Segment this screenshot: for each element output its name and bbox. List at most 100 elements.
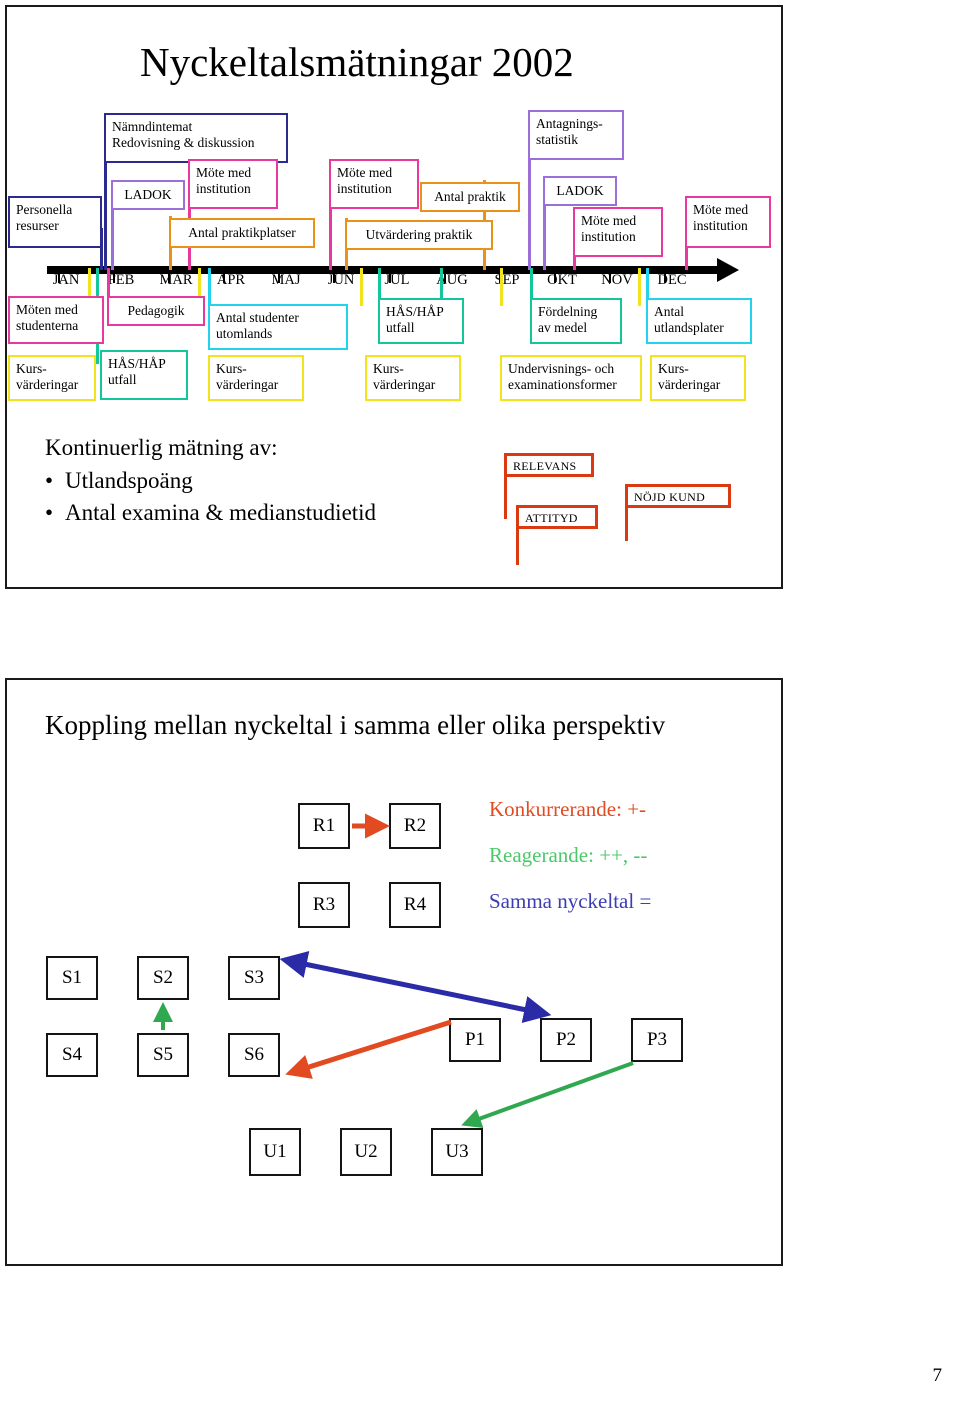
event-label-line2: statistik [536, 131, 579, 147]
event-box-kursvarderingar-jul[interactable]: Kurs- värderingar [365, 355, 461, 401]
event-box-moten-med-studenterna[interactable]: Möten med studenterna [8, 296, 104, 344]
node-s4[interactable]: S4 [46, 1033, 98, 1077]
event-box-antal-studenter-utomlands[interactable]: Antal studenter utomlands [208, 304, 348, 350]
event-label-line2: värderingar [16, 376, 79, 392]
event-box-utvardering-praktik[interactable]: Utvärdering praktik [345, 220, 493, 250]
timeline-month-dec: DEC [657, 272, 687, 288]
event-label-line2: institution [693, 217, 748, 233]
slide-koppling [5, 678, 783, 1266]
node-r2[interactable]: R2 [389, 803, 441, 849]
event-label-line2: institution [581, 228, 636, 244]
event-label-line1: Antagnings- [536, 116, 603, 131]
event-box-has-hap-utfall-feb[interactable]: HÅS/HÅP utfall [100, 350, 188, 400]
continuous-item-0: Utlandspoäng [65, 467, 193, 493]
event-label-line1: Nämndintemat [112, 119, 193, 134]
event-box-kursvarderingar-dec[interactable]: Kurs- värderingar [650, 355, 746, 401]
node-s6[interactable]: S6 [228, 1033, 280, 1077]
event-box-antagningsstatistik[interactable]: Antagnings- statistik [528, 110, 624, 160]
bullet-icon: • [45, 500, 54, 526]
continuous-item-row: • Antal examina & medianstudietid [45, 497, 376, 530]
event-box-namndintemat[interactable]: Nämndintemat Redovisning & diskussion [104, 113, 288, 163]
event-label-line2: institution [196, 180, 251, 196]
event-box-mote-med-institution-dec[interactable]: Möte med institution [685, 196, 771, 248]
event-label: Pedagogik [127, 303, 185, 319]
node-u1[interactable]: U1 [249, 1128, 301, 1176]
flag-nojd-kund[interactable]: NÖJD KUND [625, 484, 731, 508]
timeline-month-okt: OKT [547, 272, 577, 288]
timeline-month-sep: SEP [494, 272, 520, 288]
event-label-line1: Kurs- [16, 361, 47, 376]
event-stem [530, 268, 533, 302]
event-label-line1: Antal studenter [216, 310, 299, 325]
event-box-personella-resurser[interactable]: Personella resurser [8, 196, 102, 248]
event-stem [646, 268, 649, 302]
event-label-line2: examinationsformer [508, 376, 617, 392]
event-box-antal-praktikplatser[interactable]: Antal praktikplatser [169, 218, 315, 248]
event-label-line2: utomlands [216, 325, 273, 341]
event-stem [360, 268, 363, 306]
event-box-mote-med-institution-mar[interactable]: Möte med institution [188, 159, 278, 209]
timeline-month-aug: AUG [436, 272, 468, 288]
node-s1[interactable]: S1 [46, 956, 98, 1000]
timeline-month-maj: MAJ [271, 272, 301, 288]
event-box-ladok-feb[interactable]: LADOK [111, 180, 185, 210]
event-box-fordelning-av-medel[interactable]: Fördelning av medel [530, 298, 622, 344]
timeline-month-apr: APR [216, 272, 246, 288]
event-label-line2: institution [337, 180, 392, 196]
timeline-month-nov: NOV [601, 272, 633, 288]
node-u3[interactable]: U3 [431, 1128, 483, 1176]
event-label-line1: Möte med [693, 202, 749, 217]
node-p3[interactable]: P3 [631, 1018, 683, 1062]
continuous-item-row: • Utlandspoäng [45, 465, 376, 498]
page-title: Nyckeltalsmätningar 2002 [140, 39, 574, 85]
node-s3[interactable]: S3 [228, 956, 280, 1000]
flag-relevans[interactable]: RELEVANS [504, 453, 594, 477]
node-p1[interactable]: P1 [449, 1018, 501, 1062]
event-label-line2: utfall [108, 371, 137, 387]
node-r3[interactable]: R3 [298, 882, 350, 928]
event-label: Antal praktik [434, 189, 506, 205]
event-label-line1: Kurs- [216, 361, 247, 376]
node-p2[interactable]: P2 [540, 1018, 592, 1062]
bullet-icon: • [45, 467, 54, 493]
event-box-undervisnings-och-examinationsformer[interactable]: Undervisnings- och examinationsformer [500, 355, 642, 401]
event-label-line1: Kurs- [658, 361, 689, 376]
event-label-line2: av medel [538, 319, 588, 335]
event-box-mote-med-institution-jun[interactable]: Möte med institution [329, 159, 419, 209]
event-label-line2: Redovisning & diskussion [112, 134, 255, 150]
event-box-pedagogik[interactable]: Pedagogik [107, 296, 205, 326]
event-box-kursvarderingar-jan[interactable]: Kurs- värderingar [8, 355, 96, 401]
timeline-month-feb: FEB [107, 272, 135, 288]
node-s2[interactable]: S2 [137, 956, 189, 1000]
slide2-title: Koppling mellan nyckeltal i samma eller … [45, 710, 666, 740]
event-box-kursvarderingar-apr[interactable]: Kurs- värderingar [208, 355, 304, 401]
flag-attityd[interactable]: ATTITYD [516, 505, 598, 529]
event-label-line1: Personella [16, 202, 73, 217]
event-label-line2: resurser [16, 217, 59, 233]
event-label: LADOK [556, 183, 604, 199]
timeline-month-mar: MAR [159, 272, 193, 288]
event-stem [107, 268, 110, 296]
event-label-line1: Kurs- [373, 361, 404, 376]
timeline-month-jan: JAN [52, 272, 80, 288]
legend-samma-nyckeltal: Samma nyckeltal = [489, 889, 652, 913]
event-label-line1: HÅS/HÅP [108, 356, 166, 371]
continuous-item-1: Antal examina & medianstudietid [65, 500, 377, 526]
event-box-antal-utlandsplater[interactable]: Antal utlandsplater [646, 298, 752, 344]
event-box-mote-med-institution-okt[interactable]: Möte med institution [573, 207, 663, 257]
node-r4[interactable]: R4 [389, 882, 441, 928]
event-label-line2: värderingar [216, 376, 279, 392]
event-box-ladok-sep[interactable]: LADOK [543, 176, 617, 206]
event-box-has-hap-utfall-jul[interactable]: HÅS/HÅP utfall [378, 298, 464, 344]
node-s5[interactable]: S5 [137, 1033, 189, 1077]
event-label-line1: Möten med [16, 302, 78, 317]
event-stem [528, 160, 531, 270]
event-label-line1: Antal [654, 304, 684, 319]
timeline-arrow-head [717, 258, 739, 282]
event-label-line2: värderingar [658, 376, 721, 392]
node-r1[interactable]: R1 [298, 803, 350, 849]
event-stem [208, 268, 211, 306]
event-label-line2: utfall [386, 319, 415, 335]
event-box-antal-praktik[interactable]: Antal praktik [420, 182, 520, 212]
node-u2[interactable]: U2 [340, 1128, 392, 1176]
